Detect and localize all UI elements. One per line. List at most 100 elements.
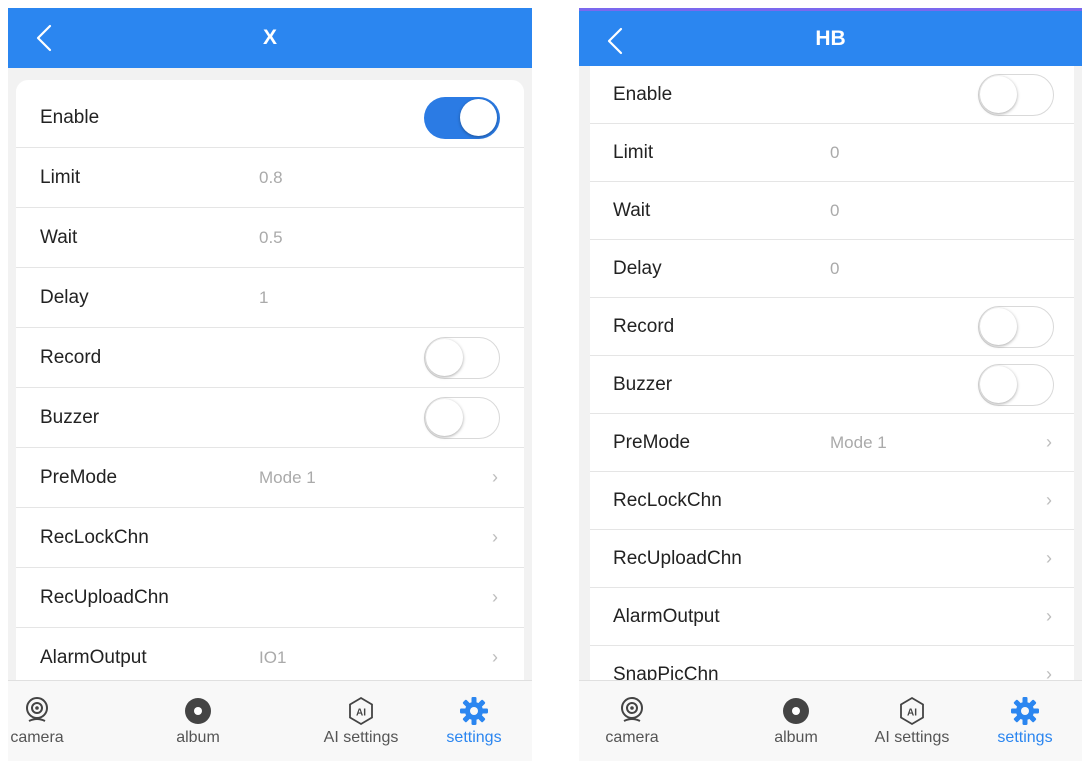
setting-row-enable: Enable [16, 88, 524, 148]
settings-screen-x: X Enable Limit 0.8 Wait 0.5 Delay 1 Record Buzze… [8, 8, 532, 761]
tab-settings[interactable]: settings [434, 681, 514, 761]
setting-value[interactable]: 0 [830, 201, 839, 221]
chevron-right-icon: › [1046, 490, 1052, 510]
setting-row-limit: Limit 0.8 [16, 148, 524, 208]
setting-label: Record [40, 346, 102, 368]
setting-label: Buzzer [40, 406, 100, 428]
camera-icon [26, 697, 48, 722]
buzzer-toggle[interactable] [424, 396, 500, 439]
chevron-right-icon: › [1046, 432, 1052, 452]
tab-settings[interactable]: settings [985, 681, 1065, 761]
setting-row-rec-upload-chn[interactable]: RecUploadChn › [590, 530, 1074, 588]
setting-row-record: Record [16, 328, 524, 388]
setting-row-wait: Wait 0 [590, 182, 1074, 240]
tab-label: camera [10, 729, 64, 746]
record-toggle[interactable] [424, 336, 500, 379]
setting-row-delay: Delay 1 [16, 268, 524, 328]
setting-row-record: Record [590, 298, 1074, 356]
tab-camera[interactable]: camera [592, 681, 672, 761]
setting-row-rec-lock-chn[interactable]: RecLockChn › [16, 508, 524, 568]
setting-value[interactable]: 0 [830, 259, 839, 279]
chevron-right-icon: › [492, 467, 498, 487]
setting-label: SnapPicChn [613, 663, 719, 681]
setting-value: Mode 1 [830, 432, 887, 452]
toggle-knob [980, 307, 1017, 345]
tab-label: settings [997, 729, 1053, 746]
ai-settings-icon: AI [900, 696, 924, 726]
setting-row-alarm-output[interactable]: AlarmOutput › [590, 588, 1074, 646]
header-bar: X [8, 8, 532, 68]
setting-value[interactable]: 0 [830, 143, 839, 163]
setting-label: PreMode [40, 466, 118, 488]
setting-row-wait: Wait 0.5 [16, 208, 524, 268]
gear-icon [460, 697, 488, 725]
settings-list: Enable Limit 0.8 Wait 0.5 Delay 1 Record Buzzer P… [16, 80, 524, 681]
setting-label: AlarmOutput [613, 605, 720, 627]
setting-label: PreMode [613, 431, 691, 453]
setting-label: Enable [613, 83, 673, 105]
toggle-knob [980, 365, 1017, 403]
setting-row-pre-mode[interactable]: PreMode Mode 1 › [16, 448, 524, 508]
setting-label: RecLockChn [613, 489, 722, 511]
setting-row-rec-lock-chn[interactable]: RecLockChn › [590, 472, 1074, 530]
chevron-right-icon: › [492, 587, 498, 607]
album-icon [783, 698, 809, 724]
toggle-knob [426, 398, 463, 436]
settings-screen-hb: HB Enable Limit 0 Wait 0 Delay 0 Record Buzzer Pr… [579, 8, 1082, 761]
setting-row-rec-upload-chn[interactable]: RecUploadChn › [16, 568, 524, 628]
setting-value[interactable]: 1 [259, 288, 268, 308]
setting-label: AlarmOutput [40, 646, 147, 668]
buzzer-toggle[interactable] [978, 363, 1054, 406]
tab-label: camera [605, 729, 659, 746]
setting-value[interactable]: 0.5 [259, 228, 283, 248]
ai-icon-text: AI [356, 708, 366, 719]
chevron-right-icon: › [1046, 548, 1052, 568]
toggle-knob [460, 99, 497, 136]
setting-label: Delay [40, 286, 89, 308]
setting-row-buzzer: Buzzer [590, 356, 1074, 414]
setting-label: Record [613, 315, 675, 337]
setting-label: RecUploadChn [40, 586, 169, 608]
setting-row-enable: Enable [590, 66, 1074, 124]
tab-label: AI settings [323, 729, 399, 746]
toggle-knob [426, 338, 463, 376]
setting-row-alarm-output[interactable]: AlarmOutput IO1 › [16, 628, 524, 681]
bottom-tab-bar: camera album AI AI settings settings [579, 680, 1082, 761]
setting-row-limit: Limit 0 [590, 124, 1074, 182]
setting-label: Wait [40, 226, 78, 248]
setting-row-buzzer: Buzzer [16, 388, 524, 448]
setting-value[interactable]: 0.8 [259, 168, 283, 188]
page-title: X [262, 26, 277, 49]
page-title: HB [815, 27, 846, 50]
tab-ai-settings[interactable]: AI AI settings [321, 681, 401, 761]
setting-label: RecLockChn [40, 526, 149, 548]
setting-row-pre-mode[interactable]: PreMode Mode 1 › [590, 414, 1074, 472]
setting-value: Mode 1 [259, 467, 316, 487]
setting-row-snap-pic-chn[interactable]: SnapPicChn › [590, 646, 1074, 680]
ai-settings-icon: AI [349, 696, 373, 726]
setting-label: Delay [613, 257, 662, 279]
setting-row-delay: Delay 0 [590, 240, 1074, 298]
enable-toggle[interactable] [978, 73, 1054, 116]
tab-album[interactable]: album [158, 681, 238, 761]
tab-ai-settings[interactable]: AI AI settings [872, 681, 952, 761]
setting-label: Limit [40, 166, 81, 188]
camera-icon [621, 697, 643, 722]
settings-list: Enable Limit 0 Wait 0 Delay 0 Record Buzzer PreMo… [590, 66, 1074, 680]
tab-label: settings [446, 729, 502, 746]
tab-label: album [176, 729, 220, 746]
bottom-tab-bar: camera album AI AI settings settings [8, 680, 532, 761]
enable-toggle[interactable] [424, 96, 500, 139]
setting-label: RecUploadChn [613, 547, 742, 569]
album-icon [185, 698, 211, 724]
tab-camera[interactable]: camera [8, 681, 77, 761]
record-toggle[interactable] [978, 305, 1054, 348]
ai-icon-text: AI [907, 708, 917, 719]
back-arrow-icon[interactable] [603, 27, 629, 55]
gear-icon [1011, 697, 1039, 725]
setting-label: Buzzer [613, 373, 673, 395]
back-arrow-icon[interactable] [32, 24, 58, 52]
setting-label: Limit [613, 141, 654, 163]
setting-label: Wait [613, 199, 651, 221]
tab-album[interactable]: album [756, 681, 836, 761]
